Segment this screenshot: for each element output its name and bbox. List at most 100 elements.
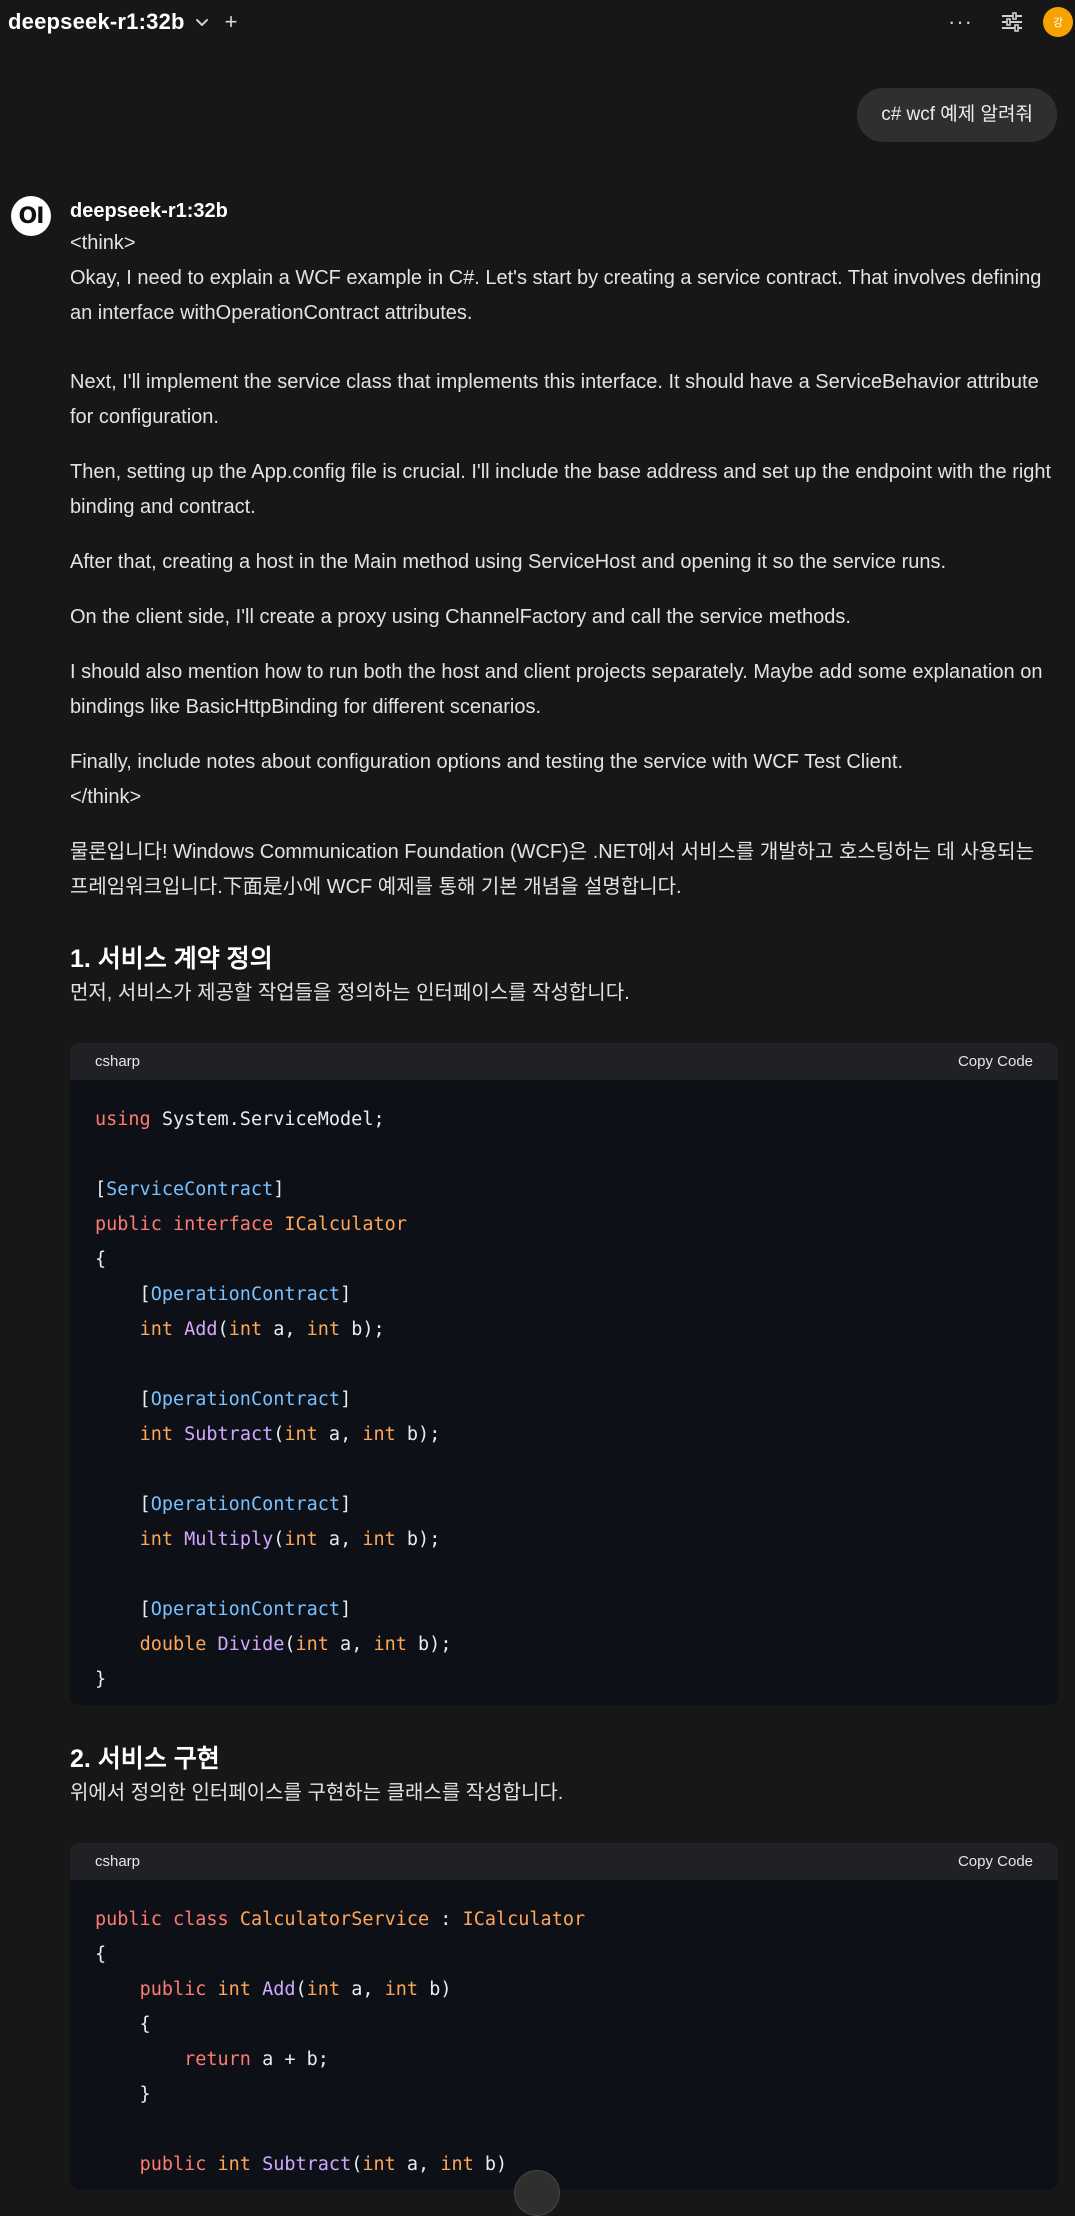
code-block: csharp Copy Code using System.ServiceMod… xyxy=(70,1043,1058,1705)
code-token: Multiply xyxy=(184,1529,274,1550)
code-line: [OperationContract] xyxy=(95,1382,1033,1417)
settings-sliders-icon[interactable] xyxy=(1001,12,1023,32)
code-token: a, xyxy=(262,1319,307,1340)
code-line: int Subtract(int a, int b); xyxy=(95,1417,1033,1452)
code-token: int xyxy=(228,1319,263,1340)
copy-code-button[interactable]: Copy Code xyxy=(958,1053,1033,1070)
code-token: CalculatorService xyxy=(239,1909,430,1930)
code-token: ( xyxy=(284,1634,296,1655)
code-line: public interface ICalculator xyxy=(95,1207,1033,1242)
code-token: [ xyxy=(95,1389,151,1410)
chevron-down-icon[interactable] xyxy=(195,15,209,29)
code-token: b); xyxy=(340,1319,385,1340)
code-line: double Divide(int a, int b); xyxy=(95,1627,1033,1662)
code-token: public xyxy=(95,1214,162,1235)
section-heading: 1. 서비스 계약 정의 xyxy=(70,945,273,973)
code-token: ( xyxy=(273,1529,285,1550)
code-token: int xyxy=(139,1529,173,1550)
code-line: public class CalculatorService : ICalcul… xyxy=(95,1902,1033,1937)
model-selector[interactable]: deepseek-r1:32b xyxy=(8,9,185,35)
assistant-name: deepseek-r1:32b xyxy=(70,200,228,222)
code-token: int xyxy=(284,1424,318,1445)
code-token: System.ServiceModel; xyxy=(150,1109,385,1130)
code-token: a, xyxy=(395,2154,441,2175)
scroll-to-bottom-button[interactable] xyxy=(514,2170,560,2216)
top-right-controls: ··· 강 xyxy=(948,0,1075,44)
code-body: public class CalculatorService : ICalcul… xyxy=(70,1880,1058,2190)
user-message: c# wcf 예제 알려줘 xyxy=(857,88,1057,142)
code-block: csharp Copy Code public class Calculator… xyxy=(70,1843,1058,2190)
code-token: int xyxy=(384,1979,419,2000)
code-line: using System.ServiceModel; xyxy=(95,1102,1033,1137)
code-token: ServiceContract xyxy=(106,1179,274,1200)
code-token: ( xyxy=(351,2154,363,2175)
code-token: ] xyxy=(273,1179,285,1200)
code-token: a, xyxy=(340,1979,385,2000)
code-token: ICalculator xyxy=(462,1909,586,1930)
code-token: Add xyxy=(262,1979,296,2000)
code-token: OperationContract xyxy=(150,1389,341,1410)
code-token: } xyxy=(95,1669,107,1690)
code-line: public int Add(int a, int b) xyxy=(95,1972,1033,2007)
code-token: int xyxy=(373,1634,407,1655)
new-model-button[interactable]: + xyxy=(225,11,238,33)
top-bar: deepseek-r1:32b + ··· 강 xyxy=(0,0,1075,44)
code-token: { xyxy=(95,1249,107,1270)
more-options-icon[interactable]: ··· xyxy=(948,9,973,35)
code-token: int xyxy=(295,1634,329,1655)
code-token: int xyxy=(306,1319,341,1340)
copy-code-button[interactable]: Copy Code xyxy=(958,1853,1033,1870)
code-line: return a + b; xyxy=(95,2042,1033,2077)
code-block-header: csharp Copy Code xyxy=(70,1043,1058,1080)
code-token: Subtract xyxy=(262,2154,352,2175)
code-token: ] xyxy=(340,1284,352,1305)
code-line: } xyxy=(95,2077,1033,2112)
think-open-tag: <think> xyxy=(70,232,136,254)
assistant-content: deepseek-r1:32b <think> Okay, I need to … xyxy=(70,196,1058,2190)
think-paragraph: On the client side, I'll create a proxy … xyxy=(70,606,851,628)
code-token: Divide xyxy=(217,1634,285,1655)
think-paragraph: Then, setting up the App.config file is … xyxy=(70,461,1052,518)
code-token: a, xyxy=(317,1529,363,1550)
code-token: int xyxy=(217,2154,251,2175)
code-line: { xyxy=(95,1937,1033,1972)
code-token: a, xyxy=(328,1634,374,1655)
code-token: int xyxy=(362,1529,396,1550)
code-token: { xyxy=(95,2014,151,2035)
code-line: [OperationContract] xyxy=(95,1592,1033,1627)
code-token: [ xyxy=(95,1494,151,1515)
code-token: interface xyxy=(172,1214,274,1235)
intro-paragraph: 물론입니다! Windows Communication Foundation … xyxy=(70,841,1035,898)
code-token: a, xyxy=(317,1424,363,1445)
code-token: int xyxy=(217,1979,251,2000)
code-token: int xyxy=(440,2154,474,2175)
bot-avatar: OI xyxy=(11,196,51,236)
user-message-text: c# wcf 예제 알려줘 xyxy=(857,88,1057,142)
think-paragraph: Finally, include notes about configurati… xyxy=(70,751,904,773)
code-line: [ServiceContract] xyxy=(95,1172,1033,1207)
code-block-header: csharp Copy Code xyxy=(70,1843,1058,1880)
code-token: using xyxy=(95,1109,151,1130)
code-token: Add xyxy=(184,1319,218,1340)
code-token: double xyxy=(139,1634,207,1655)
code-token: class xyxy=(172,1909,229,1930)
section-description: 먼저, 서비스가 제공할 작업들을 정의하는 인터페이스를 작성합니다. xyxy=(70,982,630,1004)
user-avatar[interactable]: 강 xyxy=(1043,7,1073,37)
